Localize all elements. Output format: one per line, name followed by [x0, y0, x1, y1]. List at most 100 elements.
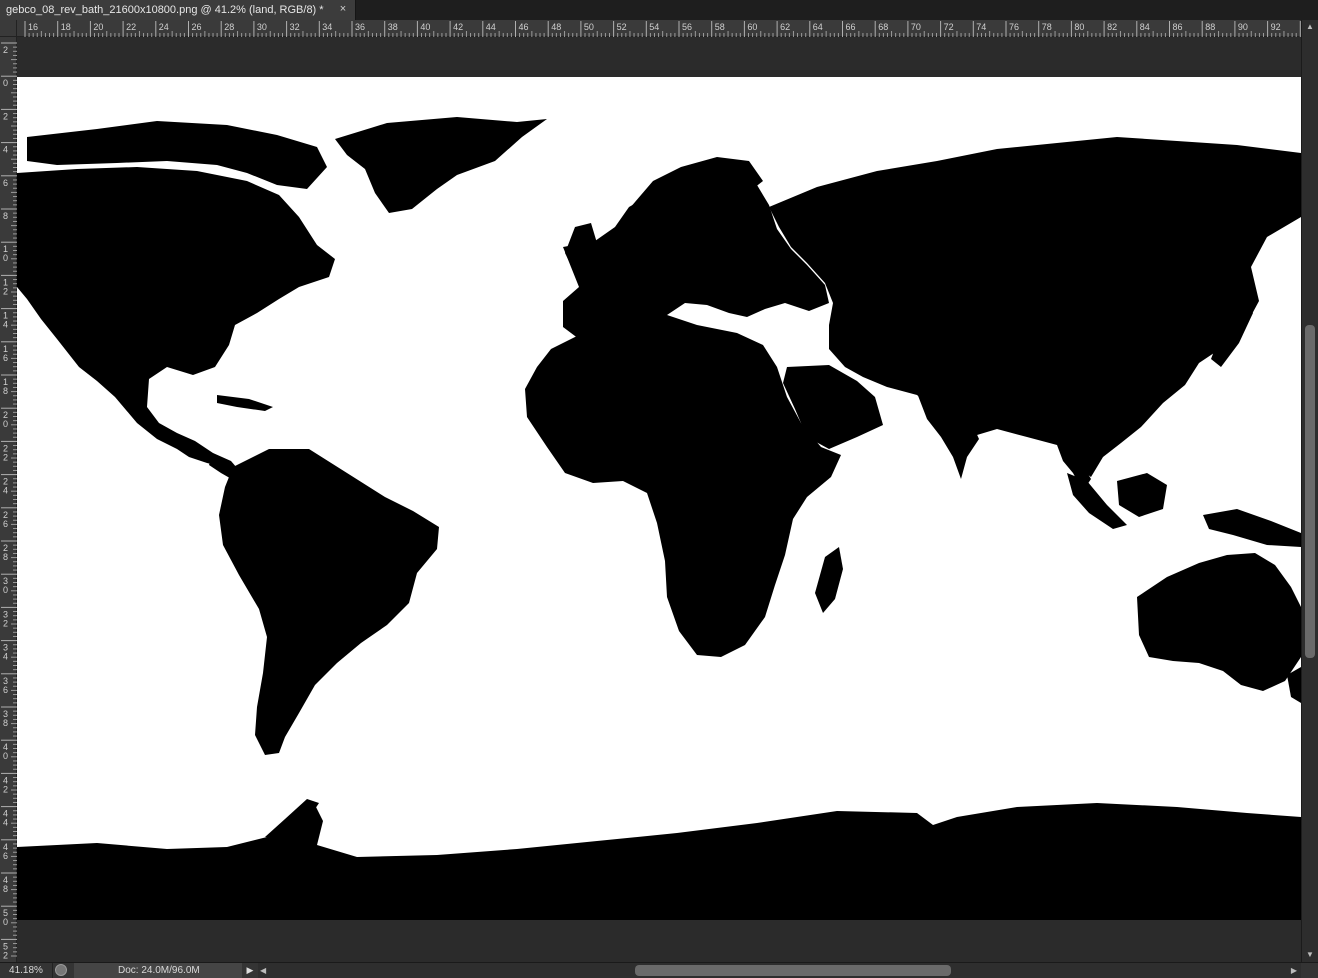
ruler-label: 66: [846, 22, 856, 32]
ruler-label: 0: [3, 585, 8, 595]
land-masses: [17, 117, 1301, 920]
zoom-level-value: 41.18%: [9, 965, 43, 976]
ruler-label: 0: [3, 78, 8, 88]
ruler-label: 68: [878, 22, 888, 32]
land-greenland: [335, 117, 547, 213]
ruler-label: 6: [3, 685, 8, 695]
document-status-icon[interactable]: [55, 964, 67, 976]
ruler-label: 42: [453, 22, 463, 32]
doc-size-info[interactable]: Doc: 24.0M/96.0M: [74, 963, 242, 978]
ruler-label: 26: [192, 22, 202, 32]
ruler-label: 8: [3, 884, 8, 894]
status-bar: 41.18% Doc: 24.0M/96.0M ▶ ◀ ▶: [0, 962, 1318, 978]
land-australia: [1137, 553, 1301, 691]
vertical-ruler-ticks: 2024681012141618202224262830323436384042…: [1, 42, 17, 960]
ruler-label: 54: [649, 22, 659, 32]
ruler-label: 62: [780, 22, 790, 32]
ruler-label: 4: [3, 652, 8, 662]
ruler-label: 0: [3, 253, 8, 263]
ruler-label: 58: [715, 22, 725, 32]
ruler-label: 34: [322, 22, 332, 32]
ruler-label: 82: [1107, 22, 1117, 32]
ruler-label: 48: [551, 22, 561, 32]
horizontal-scrollbar[interactable]: ◀ ▶: [258, 963, 1301, 978]
ruler-label: 0: [3, 751, 8, 761]
ruler-label: 88: [1205, 22, 1215, 32]
ruler-label: 8: [3, 386, 8, 396]
ruler-label: 36: [355, 22, 365, 32]
scroll-down-icon[interactable]: ▼: [1302, 948, 1318, 962]
scroll-left-icon[interactable]: ◀: [260, 963, 266, 978]
ruler-label: 52: [617, 22, 627, 32]
ruler-label: 18: [61, 22, 71, 32]
world-land-mask: [17, 117, 1301, 920]
ruler-label: 28: [224, 22, 234, 32]
horizontal-ruler-ticks: 16 18 20 22 24 26 28 30 32 34 36 38 40 42 44 46 48 50 52 54…: [24, 21, 1301, 37]
ruler-label: 70: [911, 22, 921, 32]
image-canvas[interactable]: [17, 77, 1301, 920]
ruler-label: 24: [159, 22, 169, 32]
land-madagascar: [815, 547, 843, 613]
doc-size-text: Doc: 24.0M/96.0M: [118, 965, 200, 976]
ruler-label: 2: [3, 452, 8, 462]
document-tab[interactable]: gebco_08_rev_bath_21600x10800.png @ 41.2…: [0, 0, 356, 20]
ruler-label: 64: [813, 22, 823, 32]
ruler-label: 2: [3, 286, 8, 296]
ruler-label: 4: [3, 486, 8, 496]
document-tab-bar: gebco_08_rev_bath_21600x10800.png @ 41.2…: [0, 0, 1318, 21]
vertical-scroll-thumb[interactable]: [1305, 325, 1315, 658]
ruler-label: 84: [1140, 22, 1150, 32]
zoom-level-field[interactable]: 41.18%: [0, 963, 53, 978]
ruler-label: 86: [1173, 22, 1183, 32]
ruler-label: 16: [28, 22, 38, 32]
horizontal-scroll-thumb[interactable]: [635, 965, 951, 976]
scroll-up-icon[interactable]: ▲: [1302, 20, 1318, 34]
ruler-label: 4: [3, 320, 8, 330]
ruler-label: 78: [1042, 22, 1052, 32]
ruler-label: 0: [3, 419, 8, 429]
ruler-label: 60: [747, 22, 757, 32]
ruler-label: 32: [290, 22, 300, 32]
ruler-label: 90: [1238, 22, 1248, 32]
ruler-label: 0: [3, 917, 8, 927]
ruler-label: 8: [3, 718, 8, 728]
ruler-label: 6: [3, 519, 8, 529]
ruler-label: 38: [388, 22, 398, 32]
ruler-label: 2: [3, 45, 8, 55]
document-tab-title: gebco_08_rev_bath_21600x10800.png @ 41.2…: [6, 4, 324, 16]
scroll-right-icon[interactable]: ▶: [1291, 963, 1297, 978]
ruler-label: 2: [3, 618, 8, 628]
ruler-label: 2: [3, 784, 8, 794]
vertical-ruler[interactable]: 2024681012141618202224262830323436384042…: [0, 37, 17, 962]
ruler-label: 4: [3, 145, 8, 155]
land-borneo: [1117, 473, 1167, 517]
land-africa: [525, 315, 841, 657]
land-antarctica: [17, 801, 1301, 920]
ruler-label: 92: [1271, 22, 1281, 32]
ruler-label: 50: [584, 22, 594, 32]
land-north-america: [17, 167, 335, 467]
ruler-origin[interactable]: [0, 20, 17, 37]
ruler-label: 2: [3, 111, 8, 121]
ruler-label: 6: [3, 178, 8, 188]
ruler-label: 4: [3, 818, 8, 828]
pasteboard: [17, 37, 1301, 962]
land-south-america: [219, 449, 439, 755]
ruler-label: 44: [486, 22, 496, 32]
ruler-label: 72: [944, 22, 954, 32]
ruler-label: 30: [257, 22, 267, 32]
ruler-label: 56: [682, 22, 692, 32]
vertical-scrollbar[interactable]: ▲ ▼: [1301, 20, 1318, 962]
ruler-label: 20: [93, 22, 103, 32]
status-menu-arrow-icon[interactable]: ▶: [244, 964, 256, 977]
ruler-label: 2: [3, 950, 8, 960]
ruler-label: 46: [519, 22, 529, 32]
close-icon[interactable]: ×: [337, 3, 349, 16]
ruler-label: 76: [1009, 22, 1019, 32]
ruler-label: 6: [3, 353, 8, 363]
horizontal-ruler[interactable]: 16 18 20 22 24 26 28 30 32 34 36 38 40 42 44 46 48 50 52 54…: [17, 20, 1301, 37]
ruler-label: 74: [976, 22, 986, 32]
ruler-label: 22: [126, 22, 136, 32]
ruler-label: 8: [3, 552, 8, 562]
ruler-label: 6: [3, 851, 8, 861]
